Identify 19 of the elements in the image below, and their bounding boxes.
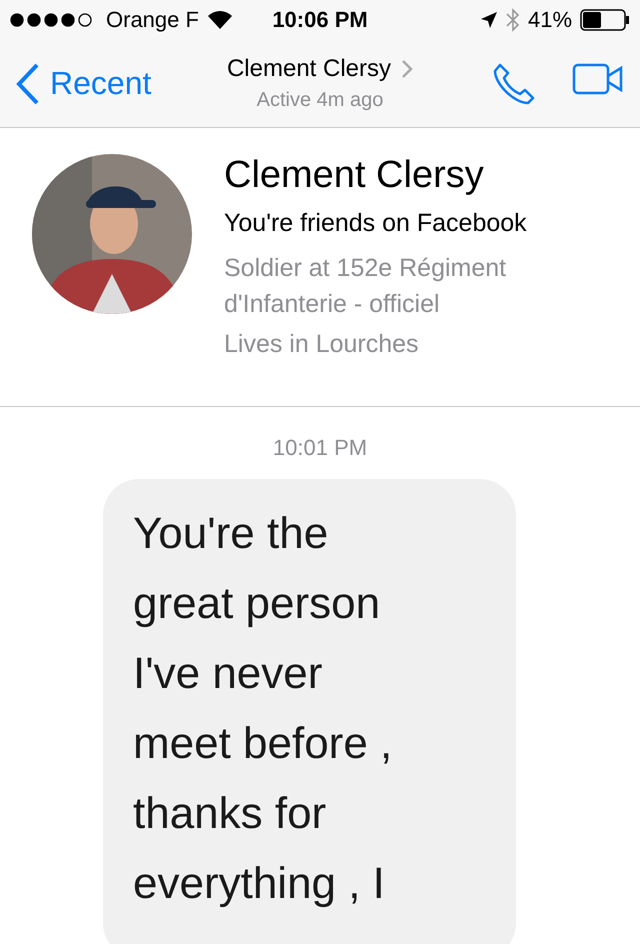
wifi-icon — [206, 10, 233, 30]
back-chevron-icon — [16, 62, 40, 104]
profile-detail: Lives in Lourches — [224, 329, 420, 360]
bluetooth-icon — [506, 8, 520, 32]
contact-name-button[interactable]: Clement Clersy — [226, 55, 414, 83]
chevron-icon — [401, 59, 414, 79]
battery-percentage: 41% — [528, 7, 572, 33]
phone-icon[interactable] — [492, 62, 536, 106]
message-timestamp: 10:01 PM — [272, 435, 368, 461]
back-button[interactable]: Recent — [16, 62, 206, 104]
profile-detail: Soldier at 152e Régiment d'Infanterie - officiel — [224, 253, 508, 320]
clock-time: 10:06 PM — [272, 7, 368, 33]
carrier-name: Orange F — [106, 7, 199, 33]
location-icon — [480, 11, 498, 29]
message-bubble: You're the great person I've never meet before , thanks for everything , I — [103, 479, 516, 944]
active-status: Active 4m ago — [256, 89, 384, 112]
friendship-status: You're friends on Facebook — [224, 209, 528, 238]
battery-icon — [580, 9, 630, 31]
profile-name: Clement Clersy — [224, 154, 485, 197]
